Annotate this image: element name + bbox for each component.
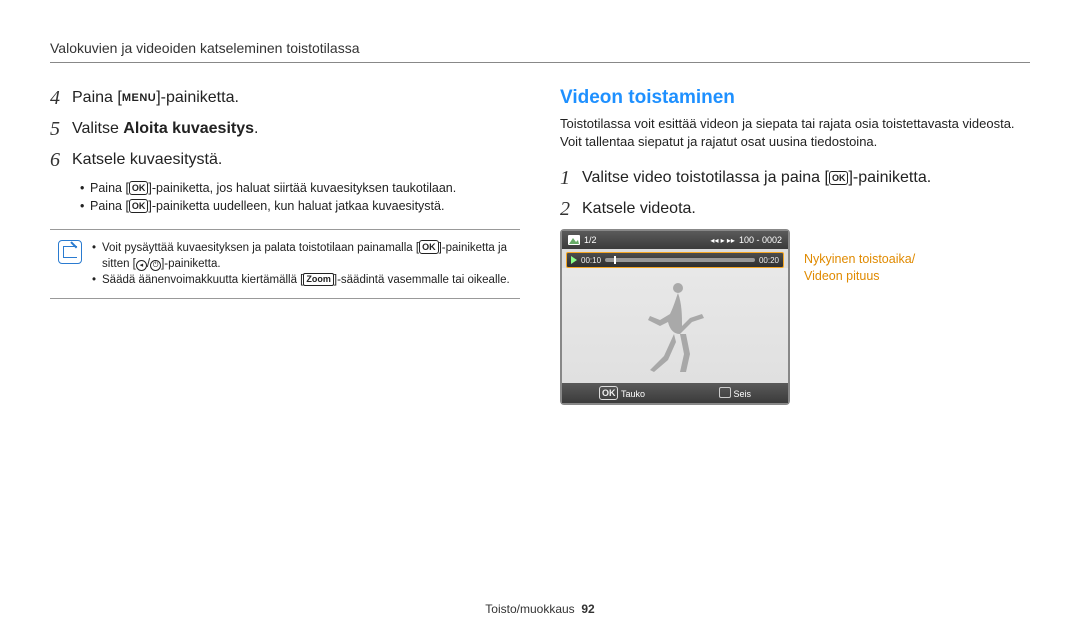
ok-icon: OK bbox=[599, 386, 619, 400]
play-icon bbox=[571, 256, 577, 264]
step-4: 4 Paina [MENU]-painiketta. bbox=[50, 87, 520, 110]
progress-bar: 00:10 00:20 bbox=[566, 252, 784, 268]
bullet-dot: • bbox=[92, 272, 102, 288]
file-number: 100 - 0002 bbox=[739, 235, 782, 245]
step-text: Paina [MENU]-painiketta. bbox=[72, 87, 239, 107]
elapsed-time: 00:10 bbox=[581, 256, 601, 265]
lcd-body bbox=[562, 268, 788, 383]
page-number: 92 bbox=[581, 602, 594, 616]
total-time: 00:20 bbox=[759, 256, 779, 265]
ok-icon: OK bbox=[419, 240, 439, 254]
step-text: Valitse Aloita kuvaesitys. bbox=[72, 118, 258, 138]
note-row: • Säädä äänenvoimakkuutta kiertämällä [Z… bbox=[92, 272, 512, 288]
zoom-key: Zoom bbox=[303, 273, 334, 286]
bullet-row: • Paina [OK]-painiketta uudelleen, kun h… bbox=[80, 198, 520, 216]
bullet-dot: • bbox=[80, 198, 90, 216]
video-preview: 1/2 ◂◂ ▸ ▸▸ 100 - 0002 00:10 00:20 bbox=[560, 229, 790, 405]
menu-icon: MENU bbox=[122, 92, 156, 104]
note-box: • Voit pysäyttää kuvaesityksen ja palata… bbox=[50, 229, 520, 299]
dancer-silhouette bbox=[630, 276, 720, 376]
step-6: 6 Katsele kuvaesitystä. bbox=[50, 149, 520, 172]
landscape-icon bbox=[568, 235, 580, 245]
step-2: 2 Katsele videota. bbox=[560, 198, 1030, 221]
right-column: Videon toistaminen Toistotilassa voit es… bbox=[560, 87, 1030, 405]
intro-text: Toistotilassa voit esittää videon ja sie… bbox=[560, 115, 1030, 151]
note-row: • Voit pysäyttää kuvaesityksen ja palata… bbox=[92, 240, 512, 272]
stop-label: Seis bbox=[733, 389, 751, 399]
step-number: 6 bbox=[50, 149, 72, 172]
sub-bullets: • Paina [OK]-painiketta, jos haluat siir… bbox=[80, 180, 520, 215]
ok-icon: OK bbox=[129, 199, 149, 213]
step-number: 5 bbox=[50, 118, 72, 141]
callout-text: Nykyinen toistoaika/Videon pituus bbox=[804, 229, 915, 284]
section-title: Videon toistaminen bbox=[560, 87, 1030, 109]
step-number: 1 bbox=[560, 167, 582, 190]
step-number: 4 bbox=[50, 87, 72, 110]
track bbox=[605, 258, 755, 262]
ok-icon: OK bbox=[129, 181, 149, 195]
timer-icon: ⏻ bbox=[150, 260, 161, 271]
step-1: 1 Valitse video toistotilassa ja paina [… bbox=[560, 167, 1030, 190]
pause-label: Tauko bbox=[621, 389, 645, 399]
page-header: Valokuvien ja videoiden katseleminen toi… bbox=[50, 40, 1030, 63]
ok-icon: OK bbox=[829, 171, 849, 185]
note-icon bbox=[58, 240, 82, 264]
footer-section: Toisto/muokkaus bbox=[485, 602, 574, 616]
lcd-softkeys: OK Tauko Seis bbox=[562, 383, 788, 403]
stop-icon bbox=[719, 387, 731, 398]
bullet-dot: • bbox=[92, 240, 102, 256]
flash-icon: ◂ bbox=[136, 260, 147, 271]
page-footer: Toisto/muokkaus 92 bbox=[0, 602, 1080, 616]
bullet-dot: • bbox=[80, 180, 90, 198]
lcd-statusbar: 1/2 ◂◂ ▸ ▸▸ 100 - 0002 bbox=[562, 231, 788, 249]
step-5: 5 Valitse Aloita kuvaesitys. bbox=[50, 118, 520, 141]
step-text: Valitse video toistotilassa ja paina [OK… bbox=[582, 167, 931, 187]
step-number: 2 bbox=[560, 198, 582, 221]
step-text: Katsele videota. bbox=[582, 198, 696, 218]
step-text: Katsele kuvaesitystä. bbox=[72, 149, 222, 169]
photo-counter: 1/2 bbox=[584, 235, 597, 245]
bullet-row: • Paina [OK]-painiketta, jos haluat siir… bbox=[80, 180, 520, 198]
left-column: 4 Paina [MENU]-painiketta. 5 Valitse Alo… bbox=[50, 87, 520, 405]
